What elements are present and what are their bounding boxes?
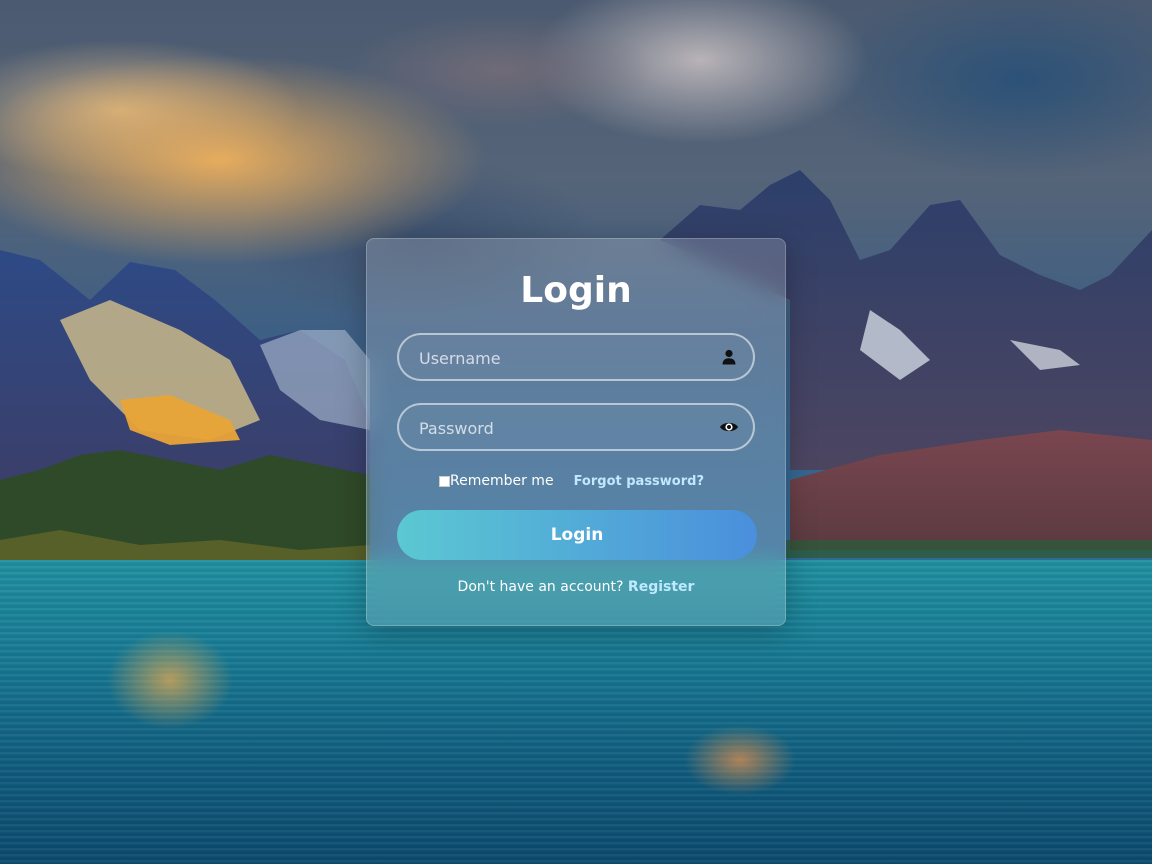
register-prompt: Don't have an account? Register xyxy=(367,579,785,595)
register-prompt-text: Don't have an account? xyxy=(457,579,624,595)
login-title: Login xyxy=(520,270,632,311)
password-field-wrapper xyxy=(397,403,755,451)
login-options: Remember me Forgot password? xyxy=(439,471,704,491)
password-input[interactable] xyxy=(417,405,711,451)
username-input[interactable] xyxy=(417,335,711,381)
user-icon xyxy=(722,349,736,365)
remember-checkbox[interactable] xyxy=(439,475,450,487)
username-field-wrapper xyxy=(397,333,755,381)
login-card: Login Remember me Forgot password? Login… xyxy=(366,238,786,626)
forgot-password-link[interactable]: Forgot password? xyxy=(574,474,704,489)
eye-icon[interactable] xyxy=(719,417,739,437)
login-button[interactable]: Login xyxy=(397,510,757,560)
remember-me[interactable]: Remember me xyxy=(439,473,554,489)
remember-label: Remember me xyxy=(450,473,554,489)
register-link[interactable]: Register xyxy=(628,579,695,595)
